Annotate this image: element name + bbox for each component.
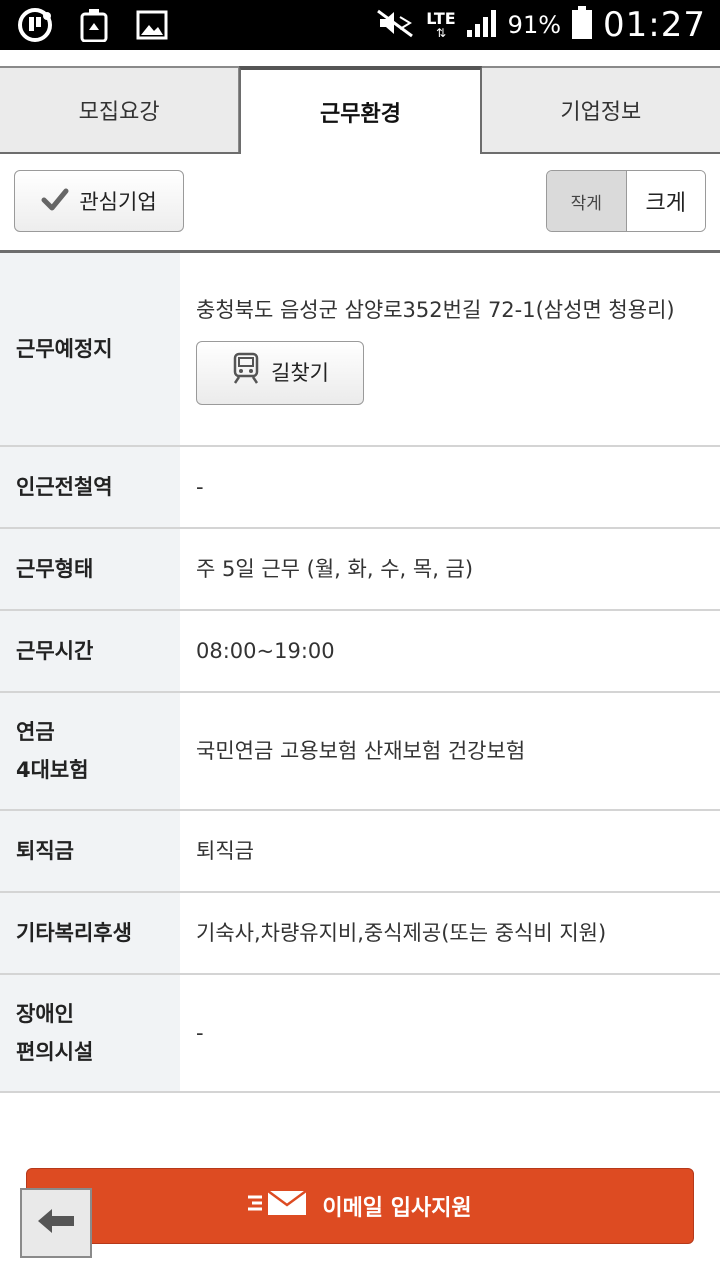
row-value: 08:00~19:00 bbox=[196, 639, 335, 663]
back-arrow-icon bbox=[36, 1206, 76, 1240]
status-bar: LTE ⇅ 91% 01:27 bbox=[0, 0, 720, 50]
directions-label: 길찾기 bbox=[271, 361, 329, 385]
table-row: 장애인 편의시설 - bbox=[0, 975, 720, 1093]
mute-icon bbox=[376, 8, 416, 42]
image-icon bbox=[134, 8, 170, 42]
directions-button[interactable]: 길찾기 bbox=[196, 341, 364, 405]
table-row: 인근전철역 - bbox=[0, 447, 720, 529]
train-icon bbox=[231, 352, 261, 394]
row-label-line: 4대보험 bbox=[16, 758, 89, 782]
font-large-button[interactable]: 크게 bbox=[626, 171, 705, 231]
work-location-address: 충청북도 음성군 삼양로352번길 72-1(삼성면 청용리) bbox=[196, 298, 675, 322]
row-value: - bbox=[196, 1021, 204, 1045]
toolbar: 관심기업 작게 크게 bbox=[0, 156, 720, 250]
favorite-company-button[interactable]: 관심기업 bbox=[14, 170, 184, 232]
row-label: 인근전철역 bbox=[0, 447, 180, 527]
email-apply-label: 이메일 입사지원 bbox=[322, 1196, 472, 1221]
signal-icon bbox=[466, 8, 498, 42]
favorite-company-label: 관심기업 bbox=[79, 190, 157, 214]
font-small-button[interactable]: 작게 bbox=[547, 171, 627, 231]
battery-icon bbox=[571, 6, 593, 44]
table-row: 퇴직금 퇴직금 bbox=[0, 811, 720, 893]
table-row: 근무형태 주 5일 근무 (월, 화, 수, 목, 금) bbox=[0, 529, 720, 611]
row-value: 주 5일 근무 (월, 화, 수, 목, 금) bbox=[196, 557, 474, 581]
email-apply-button[interactable]: 이메일 입사지원 bbox=[26, 1168, 694, 1244]
uplus-icon bbox=[18, 8, 54, 42]
row-value: 충청북도 음성군 삼양로352번길 72-1(삼성면 청용리) 길찾기 bbox=[180, 253, 720, 445]
work-environment-table: 근무예정지 충청북도 음성군 삼양로352번길 72-1(삼성면 청용리) 길찾… bbox=[0, 250, 720, 1093]
row-value: 기숙사,차량유지비,중식제공(또는 중식비 지원) bbox=[196, 921, 607, 945]
row-label-line: 장애인 bbox=[16, 1002, 74, 1026]
status-left-icons bbox=[18, 8, 170, 42]
tab-company-info[interactable]: 기업정보 bbox=[481, 66, 720, 152]
row-label: 기타복리후생 bbox=[0, 893, 180, 973]
checkmark-icon bbox=[41, 187, 69, 216]
battery-percent: 91% bbox=[507, 11, 562, 39]
network-indicator: LTE ⇅ bbox=[426, 9, 456, 40]
row-label: 근무시간 bbox=[0, 611, 180, 691]
table-row: 근무예정지 충청북도 음성군 삼양로352번길 72-1(삼성면 청용리) 길찾… bbox=[0, 253, 720, 447]
tab-work-environment[interactable]: 근무환경 bbox=[239, 66, 482, 154]
font-size-toggle: 작게 크게 bbox=[546, 170, 706, 232]
table-row: 연금 4대보험 국민연금 고용보험 산재보험 건강보험 bbox=[0, 693, 720, 811]
row-value: - bbox=[196, 475, 204, 499]
row-label-line: 편의시설 bbox=[16, 1040, 94, 1064]
tab-recruitment[interactable]: 모집요강 bbox=[0, 66, 240, 152]
status-right: LTE ⇅ 91% 01:27 bbox=[376, 0, 706, 50]
recycle-icon bbox=[76, 8, 112, 42]
table-row: 기타복리후생 기숙사,차량유지비,중식제공(또는 중식비 지원) bbox=[0, 893, 720, 975]
row-label: 근무예정지 bbox=[0, 253, 180, 445]
row-label-line: 연금 bbox=[16, 720, 55, 744]
row-label: 근무형태 bbox=[0, 529, 180, 609]
row-label: 연금 4대보험 bbox=[0, 693, 180, 809]
tab-bar: 모집요강 근무환경 기업정보 bbox=[0, 66, 720, 154]
row-label: 장애인 편의시설 bbox=[0, 975, 180, 1091]
email-icon bbox=[248, 1188, 310, 1224]
row-value: 국민연금 고용보험 산재보험 건강보험 bbox=[196, 739, 526, 763]
row-label: 퇴직금 bbox=[0, 811, 180, 891]
table-row: 근무시간 08:00~19:00 bbox=[0, 611, 720, 693]
row-value: 퇴직금 bbox=[196, 839, 254, 863]
back-button[interactable] bbox=[20, 1188, 92, 1258]
clock: 01:27 bbox=[603, 5, 706, 45]
